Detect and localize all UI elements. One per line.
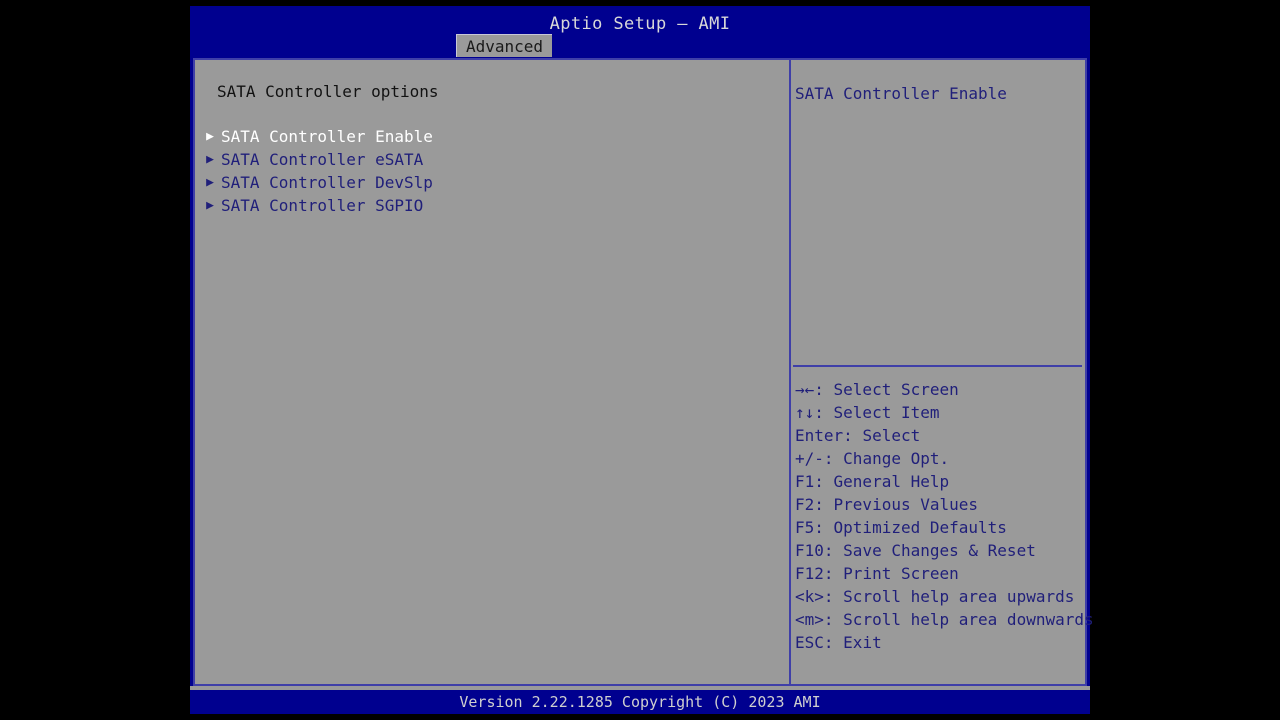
status-bar: Version 2.22.1285 Copyright (C) 2023 AMI	[190, 690, 1090, 714]
arrow-up-down-icon: ↑↓	[795, 403, 815, 422]
shortcut-select-item: ↑↓: Select Item	[795, 401, 1087, 424]
help-description: SATA Controller Enable	[795, 84, 1007, 103]
shortcut-save-changes-reset: F10: Save Changes & Reset	[795, 539, 1087, 562]
shortcut-label: : Scroll help area downwards	[823, 610, 1094, 629]
submenu-arrow-icon: ▶	[206, 175, 214, 190]
tab-advanced[interactable]: Advanced	[456, 34, 553, 57]
menu-item-sata-controller-devslp[interactable]: ▶ SATA Controller DevSlp	[199, 171, 759, 194]
shortcut-label: : Select	[843, 426, 921, 445]
shortcut-label: : Exit	[823, 633, 882, 652]
version-copyright-text: Version 2.22.1285 Copyright (C) 2023 AMI	[459, 693, 821, 711]
shortcut-enter-select: Enter: Select	[795, 424, 1087, 447]
shortcut-label: : Previous Values	[814, 495, 979, 514]
shortcut-key: F2	[795, 495, 815, 514]
shortcut-label: : Optimized Defaults	[814, 518, 1007, 537]
shortcut-label: : Change Opt.	[823, 449, 950, 468]
shortcut-key: +/-	[795, 449, 824, 468]
menu-item-label: SATA Controller eSATA	[221, 150, 424, 169]
shortcut-print-screen: F12: Print Screen	[795, 562, 1087, 585]
shortcut-select-screen: →←: Select Screen	[795, 378, 1087, 401]
options-heading: SATA Controller options	[217, 82, 439, 101]
shortcut-key: F10	[795, 541, 824, 560]
shortcut-previous-values: F2: Previous Values	[795, 493, 1087, 516]
submenu-arrow-icon: ▶	[206, 152, 214, 167]
menu-item-sata-controller-esata[interactable]: ▶ SATA Controller eSATA	[199, 148, 759, 171]
submenu-arrow-icon: ▶	[206, 129, 214, 144]
menu-item-sata-controller-enable[interactable]: ▶ SATA Controller Enable	[199, 125, 759, 148]
shortcut-key: F1	[795, 472, 815, 491]
shortcut-change-opt: +/-: Change Opt.	[795, 447, 1087, 470]
shortcut-general-help: F1: General Help	[795, 470, 1087, 493]
main-frame: SATA Controller options ▶ SATA Controlle…	[193, 58, 1094, 686]
page-title: Aptio Setup – AMI	[549, 14, 731, 34]
shortcut-key: F5	[795, 518, 815, 537]
menu-item-label: SATA Controller DevSlp	[221, 173, 433, 192]
shortcut-esc-exit: ESC: Exit	[795, 631, 1087, 654]
help-divider	[793, 365, 1082, 367]
shortcut-label: : Select Item	[814, 403, 940, 422]
shortcut-key: Enter	[795, 426, 844, 445]
help-pane: SATA Controller Enable →←: Select Screen…	[791, 60, 1094, 684]
shortcut-optimized-defaults: F5: Optimized Defaults	[795, 516, 1087, 539]
arrow-left-right-icon: →←	[795, 380, 815, 399]
menu-item-label: SATA Controller Enable	[221, 127, 433, 146]
shortcut-key: F12	[795, 564, 824, 583]
shortcut-label: : Save Changes & Reset	[823, 541, 1036, 560]
shortcut-key: ESC	[795, 633, 824, 652]
shortcut-scroll-help-up: <k>: Scroll help area upwards	[795, 585, 1087, 608]
tab-bar: Advanced	[190, 34, 1090, 58]
bios-content-area: Aptio Setup – AMI Advanced SATA Controll…	[190, 6, 1094, 714]
menu-item-label: SATA Controller SGPIO	[221, 196, 424, 215]
shortcut-label: : Select Screen	[814, 380, 959, 399]
menu-item-sata-controller-sgpio[interactable]: ▶ SATA Controller SGPIO	[199, 194, 759, 217]
shortcut-label: : General Help	[814, 472, 950, 491]
submenu-arrow-icon: ▶	[206, 198, 214, 213]
shortcut-label: : Print Screen	[823, 564, 959, 583]
options-pane: SATA Controller options ▶ SATA Controlle…	[195, 60, 789, 684]
shortcut-key: <m>	[795, 610, 824, 629]
options-list: ▶ SATA Controller Enable ▶ SATA Controll…	[199, 125, 759, 217]
shortcut-scroll-help-down: <m>: Scroll help area downwards	[795, 608, 1094, 631]
bios-screen: Aptio Setup – AMI Advanced SATA Controll…	[0, 0, 1280, 720]
shortcut-key: <k>	[795, 587, 824, 606]
shortcut-label: : Scroll help area upwards	[823, 587, 1075, 606]
keyboard-shortcuts-list: →←: Select Screen ↑↓: Select Item Enter:…	[795, 378, 1094, 654]
